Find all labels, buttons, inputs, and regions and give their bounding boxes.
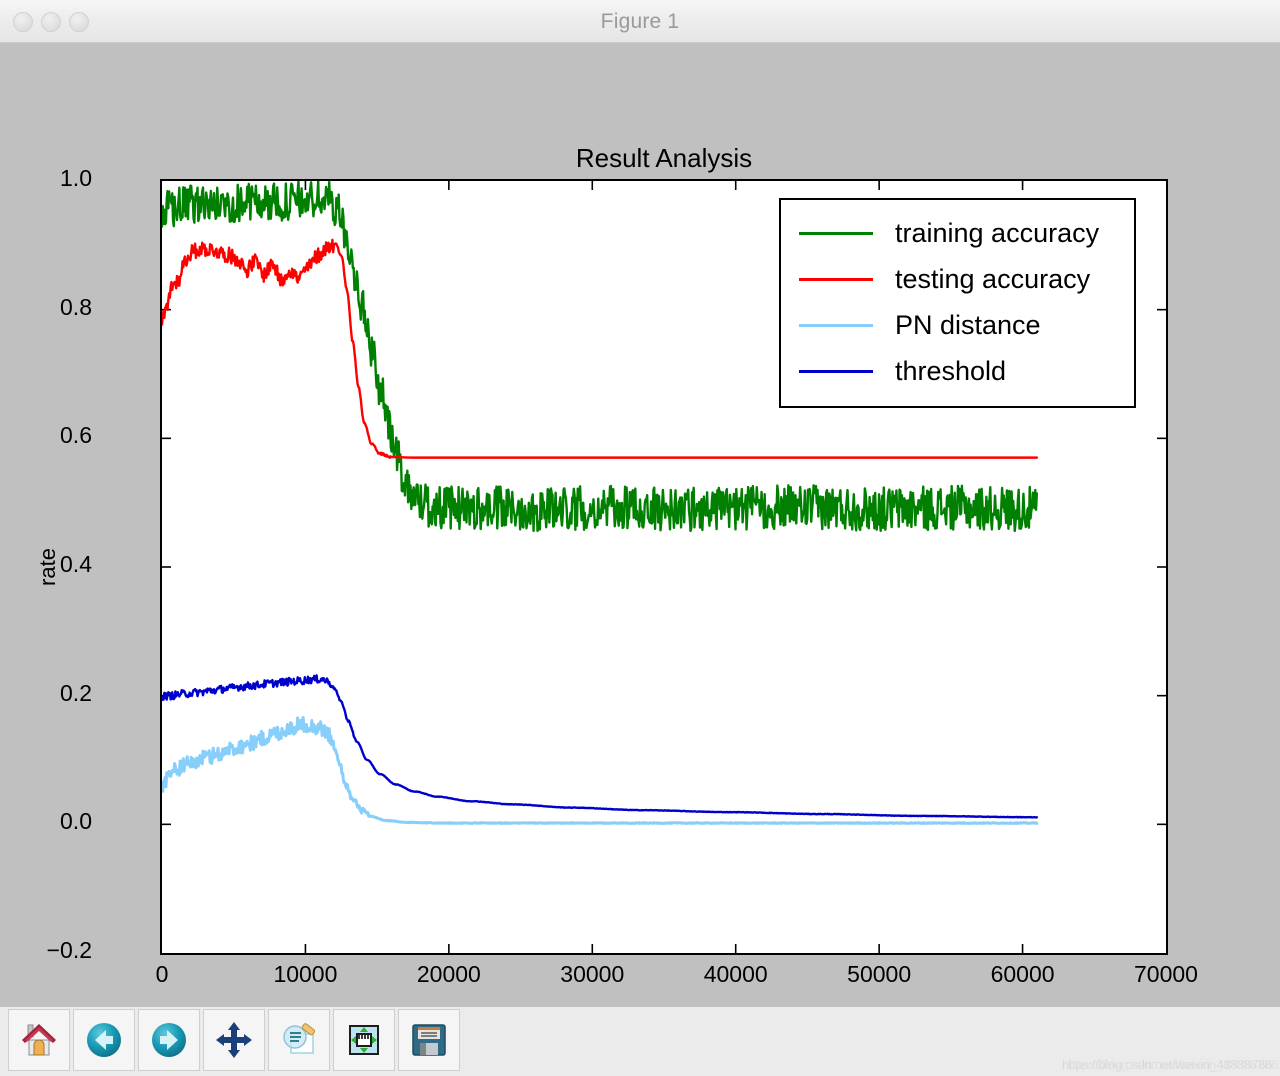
home-button[interactable]: [8, 1009, 70, 1071]
x-tick-label: 30000: [560, 961, 624, 988]
back-button[interactable]: [73, 1009, 135, 1071]
forward-arrow-icon: [147, 1018, 191, 1062]
legend-label-threshold: threshold: [895, 358, 1006, 385]
pan-button[interactable]: [203, 1009, 265, 1071]
y-axis-label: rate: [35, 548, 61, 586]
x-tick-label: 70000: [1134, 961, 1198, 988]
zoom-rect-icon: [277, 1018, 321, 1062]
home-icon: [17, 1018, 61, 1062]
chart-title: Result Analysis: [160, 143, 1168, 174]
legend-item-training-accuracy[interactable]: training accuracy: [781, 210, 1134, 256]
legend-label-training-accuracy: training accuracy: [895, 220, 1099, 247]
legend-item-threshold[interactable]: threshold: [781, 348, 1134, 394]
toolbar-divider: [0, 994, 1280, 1007]
legend-swatch-testing-accuracy: [799, 278, 873, 281]
x-tick-label: 50000: [847, 961, 911, 988]
series-line-threshold: [162, 675, 1037, 817]
legend-item-testing-accuracy[interactable]: testing accuracy: [781, 256, 1134, 302]
pan-move-icon: [212, 1018, 256, 1062]
zoom-button[interactable]: [268, 1009, 330, 1071]
window-titlebar: Figure 1: [0, 0, 1280, 43]
x-tick-label: 10000: [273, 961, 337, 988]
x-tick-label: 60000: [991, 961, 1055, 988]
legend-item-pn-distance[interactable]: PN distance: [781, 302, 1134, 348]
x-tick-label: 40000: [704, 961, 768, 988]
legend-swatch-threshold: [799, 370, 873, 373]
save-floppy-icon: [407, 1018, 451, 1062]
legend-swatch-training-accuracy: [799, 232, 873, 235]
x-tick-label: 20000: [417, 961, 481, 988]
window-title: Figure 1: [0, 0, 1280, 43]
forward-button[interactable]: [138, 1009, 200, 1071]
figure-window: Figure 1 Result Analysis rate −0.20.00.2…: [0, 0, 1280, 1076]
legend-label-testing-accuracy: testing accuracy: [895, 266, 1090, 293]
x-tick-label: 0: [156, 961, 169, 988]
figure-canvas[interactable]: Result Analysis rate −0.20.00.20.40.60.8…: [0, 43, 1280, 994]
watermark-text-b: https://blog.csdn.net/weixin_43838786: [1068, 1057, 1278, 1072]
back-arrow-icon: [82, 1018, 126, 1062]
watermark: https://blog.csdn.net/weixin_43838786 ht…: [1062, 1057, 1272, 1072]
matplotlib-toolbar: https://blog.csdn.net/weixin_43838786 ht…: [0, 994, 1280, 1076]
toolbar-button-group: [8, 1009, 460, 1071]
subplot-config-icon: [342, 1018, 386, 1062]
legend-label-pn-distance: PN distance: [895, 312, 1041, 339]
save-button[interactable]: [398, 1009, 460, 1071]
chart-legend[interactable]: training accuracy testing accuracy PN di…: [779, 198, 1136, 408]
legend-swatch-pn-distance: [799, 324, 873, 327]
subplots-button[interactable]: [333, 1009, 395, 1071]
